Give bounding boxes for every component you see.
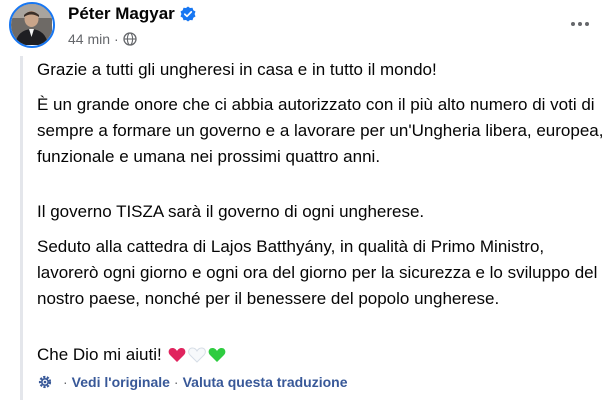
red-heart-icon [168,348,186,362]
author-row: Péter Magyar [68,4,196,24]
post-header: Péter Magyar 44 min · [0,0,610,56]
white-heart-icon [187,347,206,363]
translation-bar: · Vedi l'originale · Valuta questa tradu… [37,374,348,390]
post-paragraph: Che Dio mi aiuti! [37,345,162,364]
footer-separator: · [63,374,68,390]
post-paragraph: Il governo TISZA sarà il governo di ogni… [37,202,425,221]
heart-emojis [168,347,226,363]
translation-rule [20,56,23,400]
post-timestamp[interactable]: 44 min [68,31,110,47]
see-original-link[interactable]: Vedi l'originale [72,374,170,390]
meta-separator: · [114,31,119,47]
post-meta: 44 min · [68,31,137,47]
more-options-icon[interactable] [566,16,594,32]
post-paragraph: Seduto alla cattedra di Lajos Batthyány,… [37,237,598,308]
post-paragraph: Grazie a tutti gli ungheresi in casa e i… [37,60,437,79]
globe-icon[interactable] [123,32,137,46]
author-name[interactable]: Péter Magyar [68,4,175,24]
author-avatar[interactable] [9,2,55,48]
post-closing: Che Dio mi aiuti! [37,342,226,368]
rate-translation-link[interactable]: Valuta questa traduzione [183,374,348,390]
translation-settings-icon[interactable] [37,374,53,390]
post-paragraph: È un grande onore che ci abbia autorizza… [37,95,604,166]
avatar-photo [11,4,52,45]
verified-badge-icon [180,6,196,22]
green-heart-icon [208,348,226,362]
footer-separator: · [173,374,179,390]
